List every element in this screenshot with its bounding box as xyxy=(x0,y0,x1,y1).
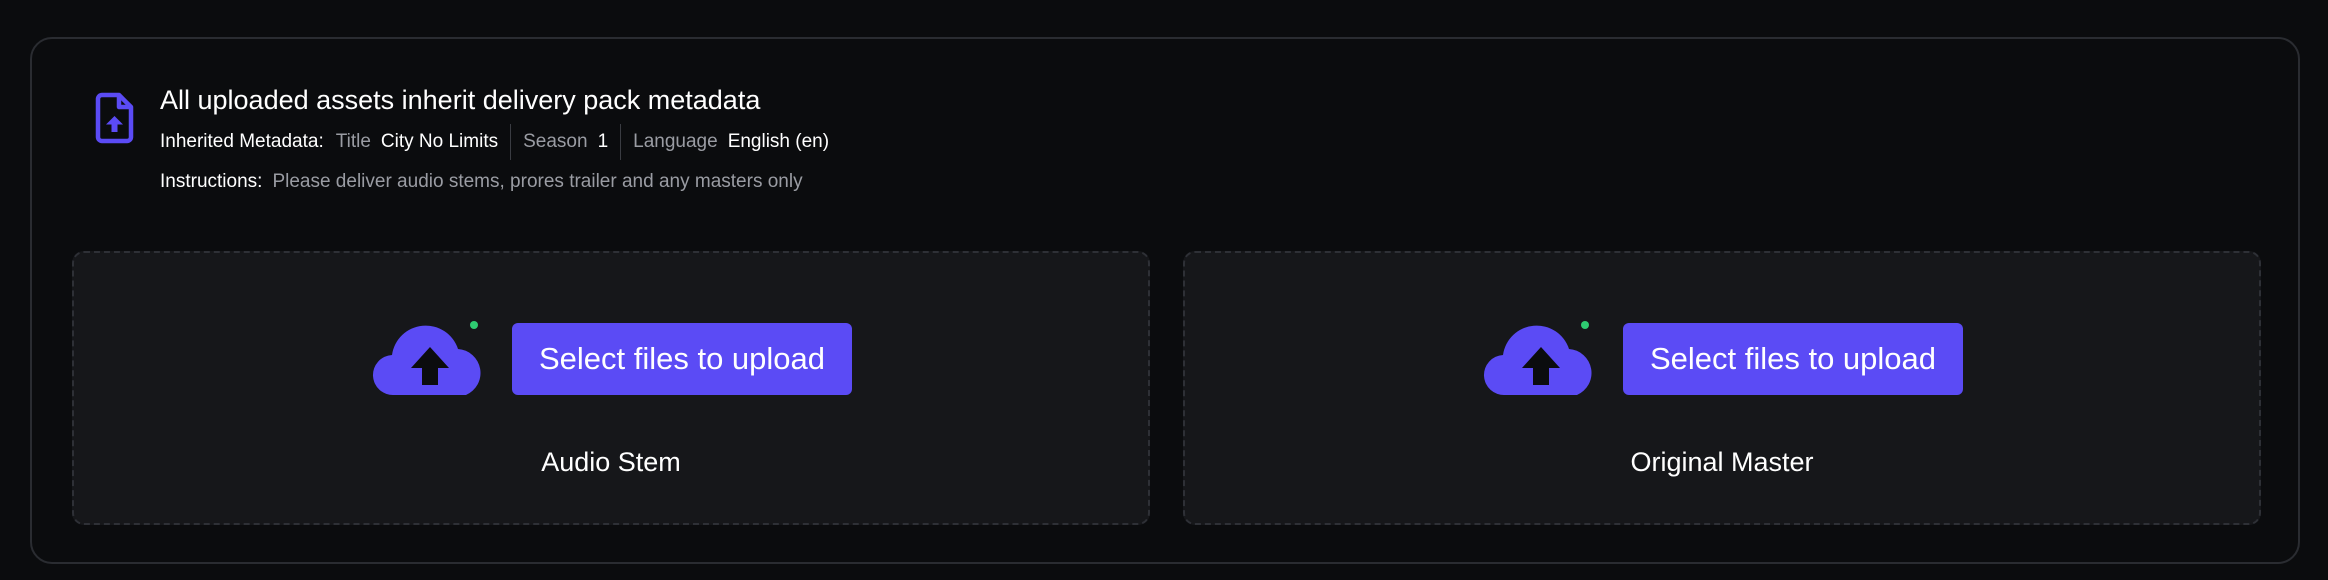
delivery-pack-upload-panel: All uploaded assets inherit delivery pac… xyxy=(30,37,2300,564)
inherited-metadata-row: Inherited Metadata: Title City No Limits… xyxy=(160,123,841,161)
metadata-key-language: Language xyxy=(633,131,718,152)
metadata-key-title: Title xyxy=(335,131,371,152)
dropzone-original-master[interactable]: Select files to upload Original Master xyxy=(1183,251,2261,525)
select-files-button[interactable]: Select files to upload xyxy=(1623,323,1963,395)
instructions-label: Instructions: xyxy=(160,171,263,192)
metadata-key-season: Season xyxy=(523,131,588,152)
select-files-button[interactable]: Select files to upload xyxy=(512,323,852,395)
instructions-row: Instructions: Please deliver audio stems… xyxy=(160,167,803,197)
instructions-text: Please deliver audio stems, prores trail… xyxy=(272,171,803,192)
cloud-upload-icon xyxy=(372,325,481,396)
dropzone-label: Audio Stem xyxy=(541,447,681,477)
metadata-value-title: City No Limits xyxy=(380,131,499,152)
metadata-divider xyxy=(510,124,512,160)
dropzone-label: Original Master xyxy=(1630,447,1814,477)
metadata-value-language: English (en) xyxy=(727,131,830,152)
metadata-value-season: 1 xyxy=(597,131,609,152)
status-dot xyxy=(1581,321,1589,329)
file-upload-icon xyxy=(95,92,134,144)
status-dot xyxy=(470,321,478,329)
metadata-divider xyxy=(620,124,622,160)
page-title: All uploaded assets inherit delivery pac… xyxy=(160,85,761,115)
dropzone-audio-stem[interactable]: Select files to upload Audio Stem xyxy=(72,251,1150,525)
inherited-metadata-label: Inherited Metadata: xyxy=(160,131,324,152)
cloud-upload-icon xyxy=(1483,325,1592,396)
